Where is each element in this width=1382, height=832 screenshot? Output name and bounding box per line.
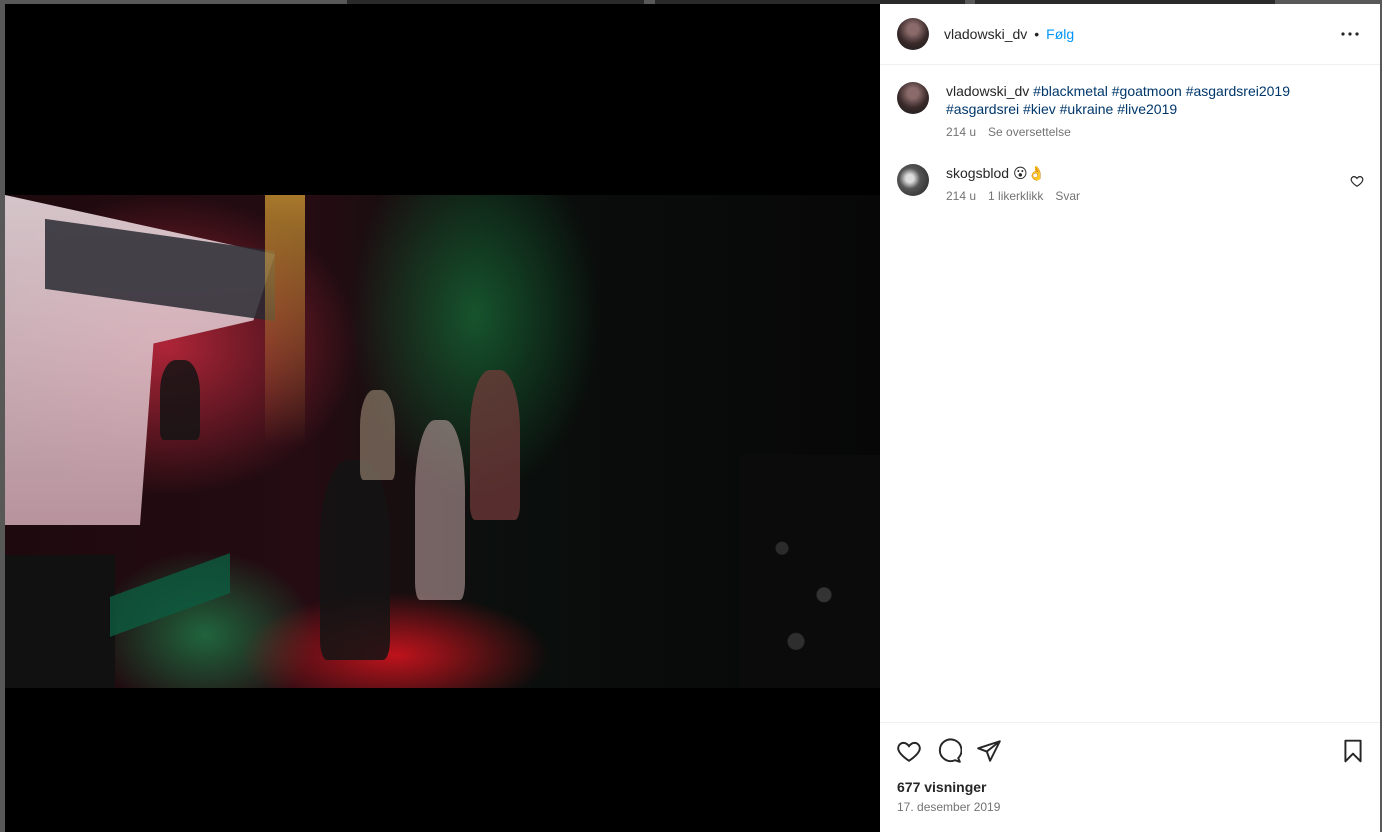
more-horizontal-icon bbox=[1341, 32, 1359, 36]
hashtag-link[interactable]: #ukraine bbox=[1060, 101, 1114, 117]
post-date[interactable]: 17. desember 2019 bbox=[897, 800, 1000, 814]
hashtag-link[interactable]: #asgardsrei2019 bbox=[1186, 83, 1290, 99]
comment-likes[interactable]: 1 likerklikk bbox=[988, 189, 1043, 203]
post-header: vladowski_dv • Følg bbox=[880, 4, 1380, 65]
caption-timestamp[interactable]: 214 u bbox=[946, 125, 976, 139]
comment-text: skogsblod 😮👌 bbox=[946, 164, 1092, 182]
hashtag-link[interactable]: #kiev bbox=[1023, 101, 1056, 117]
comment-like-heart-icon[interactable] bbox=[1350, 174, 1364, 188]
keyboard-instrument bbox=[110, 553, 230, 637]
performer bbox=[470, 370, 520, 520]
see-translation-link[interactable]: Se oversettelse bbox=[988, 125, 1071, 139]
hashtag-link[interactable]: #live2019 bbox=[1117, 101, 1177, 117]
comment-icon[interactable] bbox=[936, 738, 962, 764]
follow-button[interactable]: Følg bbox=[1046, 26, 1074, 42]
bookmark-icon[interactable] bbox=[1340, 738, 1366, 764]
stage-light bbox=[265, 195, 305, 445]
post-actions: 677 visninger 17. desember 2019 bbox=[880, 722, 1380, 832]
more-options-button[interactable] bbox=[1338, 24, 1362, 44]
hashtag-link[interactable]: #goatmoon bbox=[1112, 83, 1182, 99]
post-modal: vladowski_dv • Følg vladowski_dv #blackm… bbox=[5, 4, 1380, 832]
comment-body: 😮👌 bbox=[1012, 165, 1045, 181]
caption-row: vladowski_dv #blackmetal #goatmoon #asga… bbox=[897, 82, 1316, 139]
comment-row: skogsblod 😮👌 214 u 1 likerklikk Svar bbox=[897, 164, 1092, 203]
view-count[interactable]: 677 visninger bbox=[897, 779, 987, 795]
comment-timestamp[interactable]: 214 u bbox=[946, 189, 976, 203]
separator-dot: • bbox=[1034, 26, 1040, 42]
concert-video[interactable] bbox=[5, 195, 880, 688]
stage-speaker bbox=[5, 555, 115, 688]
comment-meta: 214 u 1 likerklikk Svar bbox=[946, 189, 1092, 203]
performer bbox=[320, 460, 390, 660]
caption-text: vladowski_dv #blackmetal #goatmoon #asga… bbox=[946, 82, 1316, 118]
hashtag-link[interactable]: #blackmetal bbox=[1033, 83, 1108, 99]
author-avatar[interactable] bbox=[897, 82, 929, 114]
caption-author[interactable]: vladowski_dv bbox=[946, 83, 1029, 99]
commenter-username[interactable]: skogsblod bbox=[946, 165, 1009, 181]
hashtag-link[interactable]: #asgardsrei bbox=[946, 101, 1019, 117]
reply-button[interactable]: Svar bbox=[1055, 189, 1080, 203]
author-avatar[interactable] bbox=[897, 18, 929, 50]
audience bbox=[740, 455, 880, 688]
author-username[interactable]: vladowski_dv bbox=[944, 26, 1027, 42]
comments-section[interactable]: vladowski_dv #blackmetal #goatmoon #asga… bbox=[880, 66, 1380, 721]
post-side-panel: vladowski_dv • Følg vladowski_dv #blackm… bbox=[880, 4, 1380, 832]
commenter-avatar[interactable] bbox=[897, 164, 929, 196]
drummer bbox=[160, 360, 200, 440]
heart-icon[interactable] bbox=[896, 738, 922, 764]
post-media[interactable] bbox=[5, 4, 880, 832]
performer bbox=[360, 390, 395, 480]
performer bbox=[415, 420, 465, 600]
paper-plane-icon[interactable] bbox=[976, 738, 1002, 764]
caption-meta: 214 u Se oversettelse bbox=[946, 125, 1316, 139]
